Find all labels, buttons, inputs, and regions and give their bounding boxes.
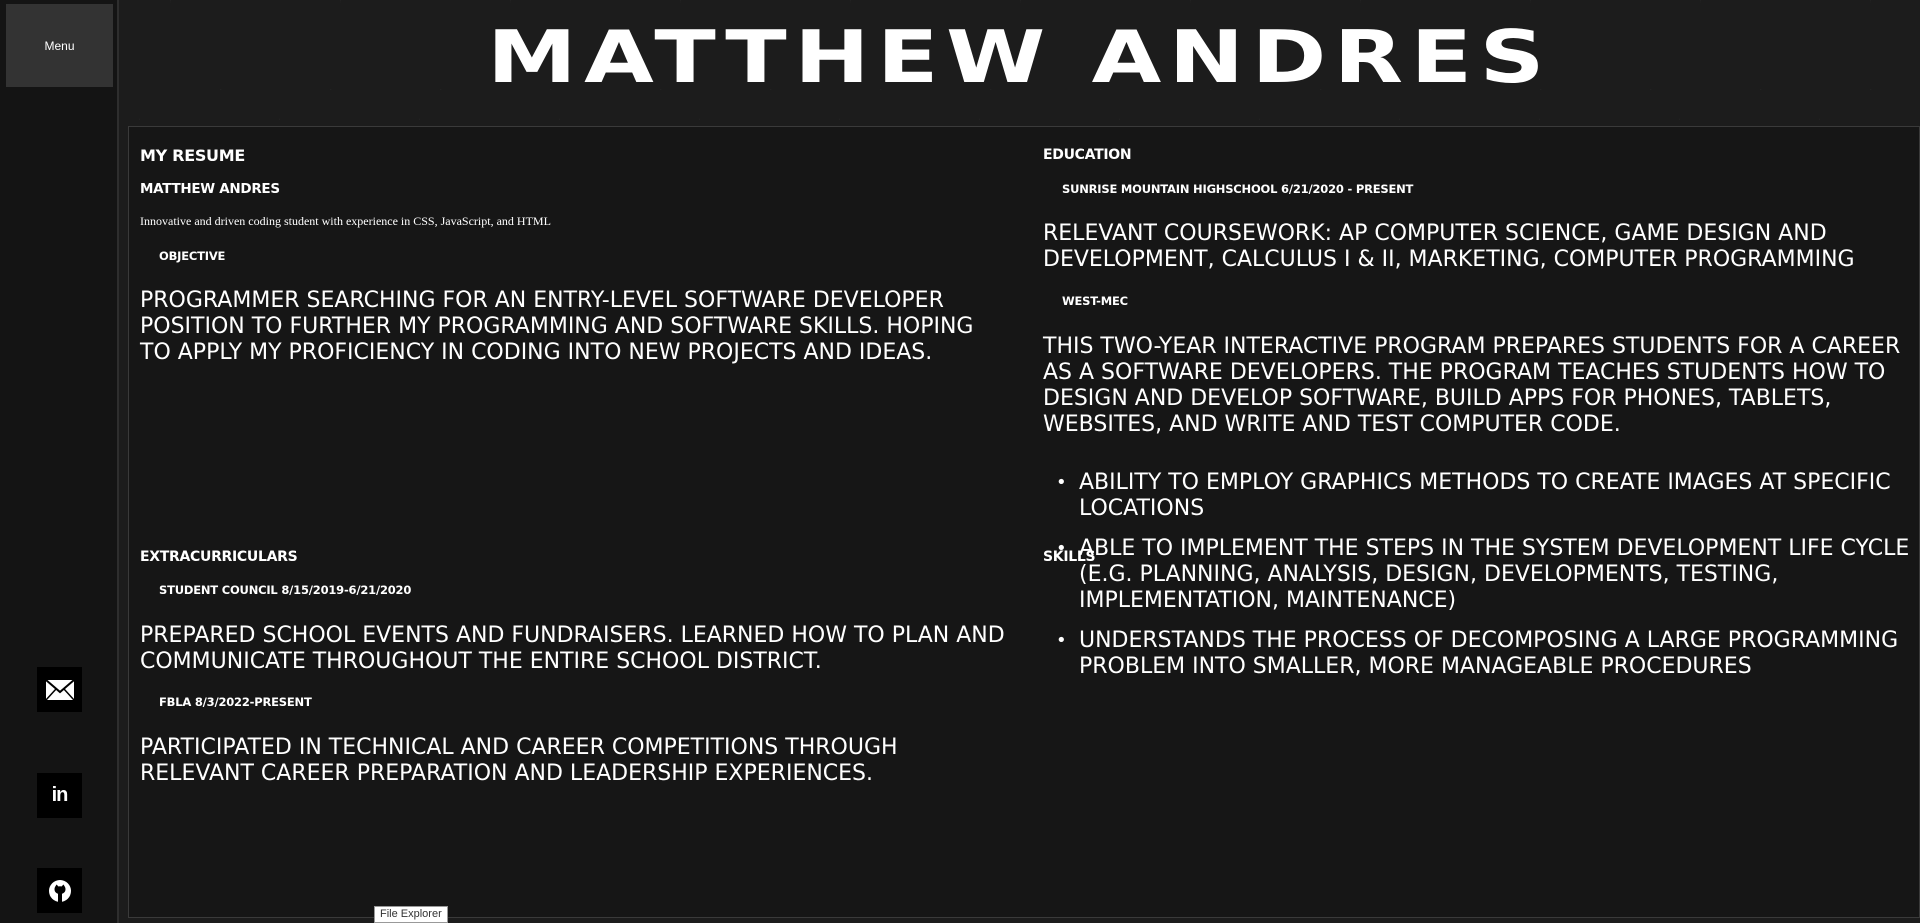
- objective-text: Programmer searching for an entry-level …: [140, 288, 974, 365]
- skill-item: Able to implement the steps in the syste…: [1056, 536, 1912, 614]
- resume-name: MATTHEW ANDRES: [140, 181, 280, 197]
- extracurricular-item-heading: FBLA 8/3/2022-PRESENT: [159, 695, 312, 709]
- coursework-text: Relevant coursework: AP Computer Science…: [1043, 221, 1855, 272]
- github-link[interactable]: [37, 868, 82, 913]
- tagline: Innovative and driven coding student wit…: [140, 214, 551, 228]
- sidebar: Menu in: [0, 0, 119, 923]
- file-explorer-tooltip: File Explorer: [374, 906, 448, 923]
- school-heading: SUNRISE MOUNTAIN HIGHSCHOOL 6/21/2020 - …: [1062, 182, 1414, 196]
- linkedin-icon: in: [51, 784, 69, 806]
- page-title: MATTHEW ANDRES: [487, 15, 1552, 99]
- program-text: This two-year interactive program prepar…: [1043, 334, 1901, 437]
- github-icon: [48, 879, 71, 902]
- mail-icon: [44, 678, 75, 701]
- skill-item: Ability to employ graphics methods to cr…: [1056, 470, 1912, 522]
- extracurricular-item-text: Participated in technical and career com…: [140, 735, 898, 786]
- extracurricular-item-heading: STUDENT COUNCIL 8/15/2019-6/21/2020: [159, 583, 412, 597]
- linkedin-link[interactable]: in: [37, 773, 82, 818]
- skill-item: Understands the process of decomposing a…: [1056, 628, 1912, 680]
- email-link[interactable]: [37, 667, 82, 712]
- program-heading: WEST-MEC: [1062, 294, 1128, 308]
- extracurriculars-heading: EXTRACURRICULARS: [140, 549, 298, 565]
- education-heading: EDUCATION: [1043, 147, 1132, 163]
- resume-title: MY RESUME: [140, 146, 245, 165]
- skills-list: Ability to employ graphics methods to cr…: [1056, 470, 1912, 694]
- objective-heading: OBJECTIVE: [159, 249, 226, 263]
- extracurricular-item-text: Prepared school events and fundraisers. …: [140, 623, 1005, 674]
